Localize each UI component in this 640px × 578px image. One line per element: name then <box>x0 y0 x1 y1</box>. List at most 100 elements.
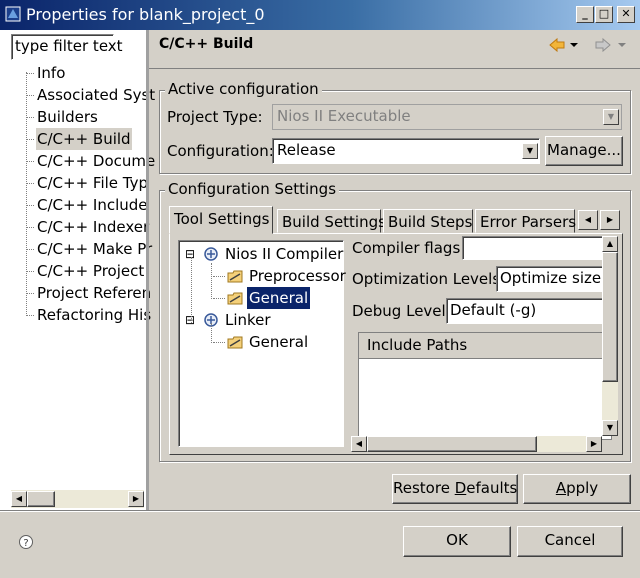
tree-guide-dash <box>26 271 34 272</box>
scroll-down-arrow[interactable]: ▼ <box>602 420 618 436</box>
vertical-scroll-thumb[interactable] <box>602 252 618 382</box>
tool-tree-item-label: Linker <box>225 311 271 329</box>
option-category-icon <box>227 270 243 283</box>
tool-tree-item[interactable]: Preprocessor <box>183 265 346 287</box>
tool-icon <box>204 247 218 261</box>
optimization-levels-label: Optimization Levels <box>352 270 501 288</box>
tool-tree-item[interactable]: ⊟ Nios II Compiler <box>183 243 343 265</box>
configuration-label: Configuration: <box>167 142 274 160</box>
left-tree-item-label: C/C++ Project <box>37 262 145 280</box>
filter-input-wrap[interactable]: type filter text <box>11 34 123 60</box>
tool-tree-item[interactable]: General <box>183 286 343 310</box>
scroll-right-arrow[interactable]: ▶ <box>128 491 144 507</box>
tree-guide-dash <box>26 249 34 250</box>
tab-scroll-right[interactable]: ▶ <box>600 210 620 230</box>
options-scroll-left-arrow[interactable]: ◀ <box>351 436 367 452</box>
options-horizontal-thumb[interactable] <box>367 436 537 452</box>
left-tree-item[interactable]: C/C++ Include <box>26 194 148 216</box>
restore-defaults-button[interactable]: Restore Defaults <box>392 474 518 504</box>
project-type-label: Project Type: <box>167 108 263 126</box>
ok-button[interactable]: OK <box>403 526 511 557</box>
scroll-thumb[interactable] <box>27 491 55 507</box>
footer-separator-light <box>0 511 640 512</box>
svg-text:?: ? <box>23 538 28 549</box>
tool-tree-item[interactable]: General <box>183 331 343 353</box>
left-tree-item[interactable]: C/C++ File Typ <box>26 172 148 194</box>
left-tree-item[interactable]: Builders <box>26 106 144 128</box>
left-tree-item[interactable]: C/C++ Indexer <box>26 216 149 238</box>
left-tree-item[interactable]: Info <box>26 62 144 84</box>
configuration-combo[interactable]: Release ▼ <box>272 138 540 164</box>
options-vertical-scrollbar[interactable]: ▲ ▼ <box>602 236 618 436</box>
tab-build-steps[interactable]: Build Steps <box>383 209 473 233</box>
back-arrow-icon[interactable] <box>548 36 578 54</box>
restore-defaults-mnemonic: D <box>454 479 467 497</box>
configuration-dropdown-arrow[interactable]: ▼ <box>522 143 538 159</box>
left-tree-item-label: Builders <box>37 108 98 126</box>
sash-divider[interactable] <box>146 30 149 510</box>
forward-arrow-icon[interactable] <box>592 36 628 54</box>
left-horizontal-scrollbar[interactable]: ◀ ▶ <box>11 490 144 508</box>
restore-defaults-text-a: Restore <box>393 479 455 497</box>
left-tree-item[interactable]: Refactoring His <box>26 304 151 326</box>
help-icon[interactable]: ? <box>18 534 34 550</box>
tree-guide-dash <box>26 227 34 228</box>
left-tree-item[interactable]: C/C++ Build <box>26 128 144 150</box>
tool-tree-item[interactable]: ⊟ Linker <box>183 309 343 331</box>
left-tree-item-label: C/C++ Build <box>36 128 132 150</box>
left-panel: type filter text Info Associated Syst Buil… <box>0 30 155 510</box>
include-paths-list[interactable]: Include Paths <box>358 332 612 440</box>
project-type-dropdown-arrow: ▼ <box>603 109 619 125</box>
tab-scroll-left[interactable]: ◀ <box>578 210 598 230</box>
apply-mnemonic: A <box>555 479 567 497</box>
tree-guide-dash <box>213 298 225 299</box>
tab-error-parsers[interactable]: Error Parsers <box>475 209 576 233</box>
scroll-left-arrow[interactable]: ◀ <box>11 491 27 507</box>
maximize-button[interactable]: □ <box>595 6 613 23</box>
restore-defaults-text-b: efaults <box>466 479 518 497</box>
tab-build-settings[interactable]: Build Settings <box>277 209 386 233</box>
left-tree-item[interactable]: Associated Syst <box>26 84 155 106</box>
eclipse-app-icon <box>5 6 21 22</box>
optimization-levels-combo[interactable]: Optimize size ( <box>496 266 612 292</box>
debug-level-label: Debug Level <box>352 302 446 320</box>
include-paths-header-text: Include Paths <box>367 336 468 354</box>
title-bar[interactable]: Properties for blank_project_0 _ □ ✕ <box>0 0 640 30</box>
debug-level-value: Default (-g) <box>450 301 537 319</box>
tree-guide-dash <box>26 73 34 74</box>
page-title: C/C++ Build <box>159 36 254 52</box>
tree-guide-dash <box>26 315 34 316</box>
left-tree-item[interactable]: C/C++ Project <box>26 260 144 282</box>
settings-tab-strip: Tool Settings Build Settings Build Steps Er… <box>169 206 624 234</box>
options-scroll-right-arrow[interactable]: ▶ <box>586 436 602 452</box>
window-title: Properties for blank_project_0 <box>26 5 265 24</box>
options-horizontal-scrollbar[interactable]: ◀ ▶ <box>351 436 602 452</box>
tree-guide-dash <box>26 161 34 162</box>
include-paths-header: Include Paths <box>359 333 611 359</box>
left-tree-item[interactable]: C/C++ Make Pr <box>26 238 152 260</box>
optimization-levels-value: Optimize size ( <box>500 269 612 287</box>
debug-level-combo[interactable]: Default (-g) <box>446 298 612 324</box>
tool-tree-item-label: Preprocessor <box>249 267 346 285</box>
apply-button[interactable]: Apply <box>523 474 631 504</box>
filter-input[interactable]: type filter text <box>15 37 123 55</box>
tree-guide-line <box>211 263 212 299</box>
tool-tree[interactable]: ⊟ Nios II Compiler Preprocessor General ⊟ Lin… <box>178 240 346 447</box>
manage-button[interactable]: Manage... <box>545 136 623 166</box>
tree-guide-line <box>191 257 192 323</box>
scroll-up-arrow[interactable]: ▲ <box>602 236 618 252</box>
active-configuration-title: Active configuration <box>165 80 322 98</box>
tab-tool-settings[interactable]: Tool Settings <box>169 206 273 234</box>
close-button[interactable]: ✕ <box>617 6 635 23</box>
tree-guide-line <box>211 323 212 343</box>
left-tree-item[interactable]: Project Referen <box>26 282 151 304</box>
tree-guide-dash <box>213 342 225 343</box>
tree-guide-dash <box>213 276 225 277</box>
cancel-button[interactable]: Cancel <box>517 526 623 557</box>
tree-guide-dash <box>26 117 34 118</box>
left-tree-item[interactable]: C/C++ Docume <box>26 150 155 172</box>
minimize-button[interactable]: _ <box>576 6 594 23</box>
compiler-flags-input[interactable] <box>462 236 612 260</box>
left-tree-item-label: Refactoring His <box>37 306 152 324</box>
tool-tree-item-label: General <box>245 286 312 310</box>
